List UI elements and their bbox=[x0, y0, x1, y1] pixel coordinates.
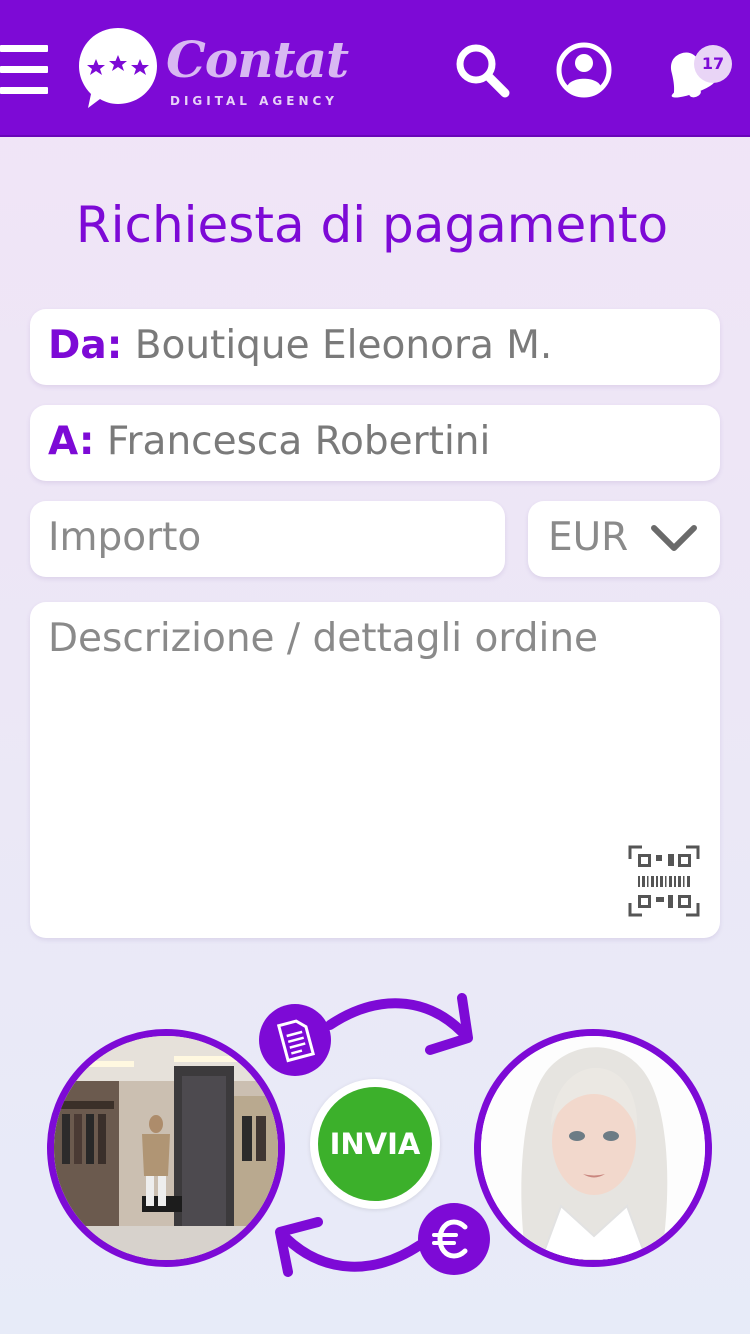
page-title: Richiesta di pagamento bbox=[75, 196, 669, 254]
recipient-avatar[interactable] bbox=[474, 1029, 712, 1267]
recipient-photo bbox=[481, 1036, 705, 1260]
chevron-down-icon bbox=[651, 525, 697, 551]
to-value: Francesca Robertini bbox=[106, 419, 491, 464]
qr-barcode-icon[interactable] bbox=[628, 845, 700, 917]
notification-badge: 17 bbox=[694, 45, 732, 83]
document-icon bbox=[276, 1019, 316, 1063]
send-button-label: INVIA bbox=[318, 1087, 432, 1201]
boutique-image bbox=[54, 1036, 278, 1260]
brand-logo[interactable]: Contat DIGITAL AGENCY bbox=[78, 26, 378, 116]
hamburger-menu-icon[interactable] bbox=[0, 45, 48, 95]
currency-value: EUR bbox=[548, 515, 629, 560]
shop-avatar[interactable] bbox=[47, 1029, 285, 1267]
amount-placeholder: Importo bbox=[48, 515, 202, 560]
user-profile-icon[interactable] bbox=[554, 40, 614, 100]
document-icon-badge bbox=[259, 1004, 331, 1076]
description-placeholder: Descrizione / dettagli ordine bbox=[48, 616, 599, 661]
send-button[interactable]: INVIA bbox=[310, 1079, 440, 1209]
euro-icon bbox=[432, 1219, 468, 1259]
from-value: Boutique Eleonora M. bbox=[134, 323, 553, 368]
currency-select[interactable]: EUR bbox=[528, 501, 720, 577]
logo-subtitle: DIGITAL AGENCY bbox=[170, 94, 338, 108]
logo-bubble-icon bbox=[79, 28, 157, 108]
to-field[interactable]: A: Francesca Robertini bbox=[30, 405, 720, 481]
euro-icon-badge bbox=[418, 1203, 490, 1275]
from-label: Da: bbox=[48, 323, 123, 368]
description-textarea[interactable]: Descrizione / dettagli ordine bbox=[30, 602, 720, 938]
logo-wordmark: Contat bbox=[166, 30, 349, 89]
from-field[interactable]: Da: Boutique Eleonora M. bbox=[30, 309, 720, 385]
amount-input[interactable]: Importo bbox=[30, 501, 505, 577]
to-label: A: bbox=[48, 419, 95, 464]
top-bar: Contat DIGITAL AGENCY 17 bbox=[0, 0, 750, 137]
search-icon[interactable] bbox=[452, 40, 512, 100]
